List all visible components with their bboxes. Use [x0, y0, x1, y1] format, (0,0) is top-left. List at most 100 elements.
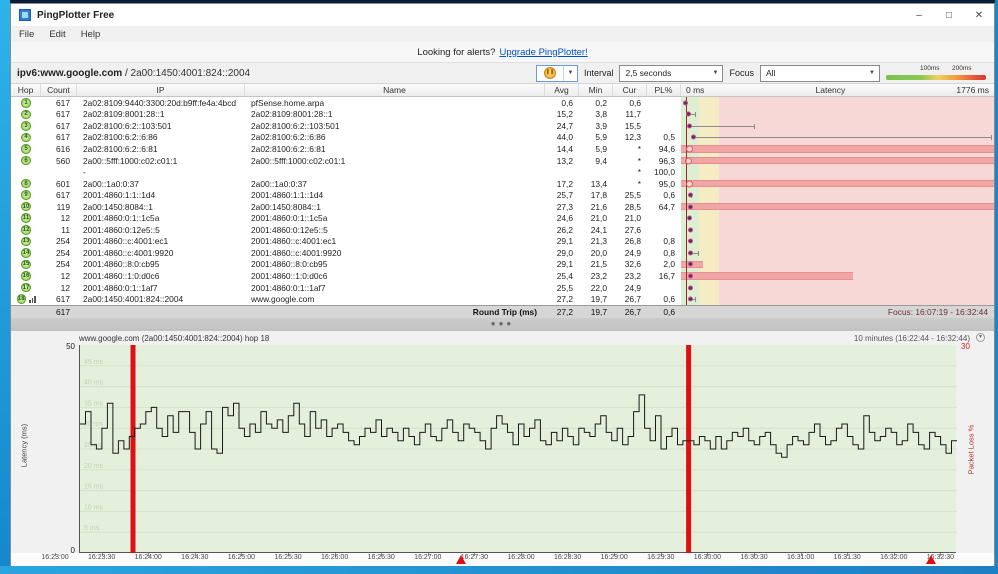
table-row[interactable]: 11 12 2001:4860:0:1::1c5a 2001:4860:0:1::1c…: [11, 212, 994, 225]
count-cell: [41, 166, 77, 178]
close-button[interactable]: ✕: [964, 4, 994, 26]
pause-button[interactable]: [537, 66, 563, 81]
upgrade-link[interactable]: Upgrade PingPlotter!: [499, 47, 587, 58]
hop-number-badge: 10: [21, 201, 31, 212]
hop-number-badge: 18: [16, 294, 26, 304]
header-cur[interactable]: Cur: [613, 84, 647, 96]
hop-number-badge: 5: [21, 144, 31, 154]
target-bar: ipv6:www.google.com / 2a00:1450:4001:824…: [11, 62, 994, 83]
header-latency[interactable]: 0 ms Latency 1776 ms: [681, 84, 994, 96]
latency-avg-marker: [685, 157, 693, 164]
pl-cell: [647, 97, 681, 109]
pl-cell: 100,0: [654, 167, 675, 178]
menu-edit[interactable]: Edit: [49, 29, 65, 40]
table-row[interactable]: 5 616 2a02:8100:6:2::6:81 2a02:8100:6:2::6:…: [11, 143, 994, 155]
focus-select[interactable]: All ▼: [760, 64, 880, 82]
table-row[interactable]: 8 601 2a00::1a0:0:37 2a00::1a0:0:37 17,2 13,4…: [11, 177, 994, 190]
avg-cell: 27,2: [556, 294, 573, 305]
timeline-range-dropdown-icon[interactable]: ▼: [976, 332, 985, 342]
cur-cell: 24,9: [624, 282, 641, 293]
cur-cell: 21,0: [624, 213, 641, 224]
table-row[interactable]: 1 617 2a02:8109:9440:3300:20d:b9ff:fe4a:4b…: [11, 97, 994, 109]
trace-control-group: ▼: [535, 64, 578, 82]
pl-cell: 16,7: [658, 270, 675, 281]
timeline-svg: 45 ms 40 ms 35 ms 30 ms 25 ms 20 ms 15 ms 10 ms…: [80, 344, 957, 553]
y-axis-max-label: 50: [66, 341, 75, 351]
menu-file[interactable]: File: [19, 29, 34, 40]
avg-cell: 13,2: [556, 155, 573, 166]
table-row[interactable]: 16 12 2001:4860::1:0:d0c6 2001:4860::1:0:d0…: [11, 270, 994, 282]
x-tick-label: 16:28:00: [507, 553, 535, 561]
hop-number-badge: 15: [21, 259, 31, 270]
cur-cell: 23,2: [624, 270, 641, 281]
hop-number-badge: 8: [21, 178, 31, 189]
header-ip[interactable]: IP: [77, 84, 245, 96]
avg-cell: 44,0: [556, 132, 573, 143]
table-row[interactable]: 12 11 2001:4860:0:12e5::5 2001:4860:0:12e5:…: [11, 224, 994, 236]
cur-cell: 12,3: [624, 132, 641, 143]
table-row[interactable]: 10 119 2a00:1450:8084::1 2a00:1450:8084::1 2…: [11, 200, 994, 213]
table-row[interactable]: 18 617 2a00:1450:4001:824::2004 www.google.…: [11, 293, 994, 305]
pl-cell: 64,7: [658, 201, 675, 212]
table-row[interactable]: 6 560 2a00::5fff:1000:c02:c01:1 2a00::5fff:…: [11, 154, 994, 167]
count-cell: 617: [56, 109, 70, 120]
header-pl[interactable]: PL%: [647, 84, 681, 96]
latency-graph-cell: [681, 189, 994, 201]
hop-cell: 13: [11, 236, 41, 248]
table-row[interactable]: 2 617 2a02:8109:8001:28::1 2a02:8109:8001:2…: [11, 108, 994, 121]
count-cell: 560: [56, 155, 70, 166]
cur-cell: *: [637, 167, 641, 178]
hop-cell: 12: [11, 224, 41, 236]
table-row[interactable]: 17 12 2001:4860:0:1::1af7 2001:4860:0:1::1a…: [11, 281, 994, 294]
alert-triangle-icon[interactable]: [926, 554, 937, 564]
timeline-range-label[interactable]: 10 minutes (16:22:44 - 16:32:44): [854, 334, 970, 343]
min-cell: [579, 166, 613, 178]
header-avg[interactable]: Avg: [545, 84, 579, 96]
maximize-button[interactable]: □: [934, 4, 964, 26]
count-cell: 617: [56, 97, 70, 108]
menu-help[interactable]: Help: [81, 29, 101, 40]
desktop-edge-bottom: [0, 566, 998, 574]
header-hop[interactable]: Hop: [11, 84, 41, 96]
table-row[interactable]: 13 254 2001:4860::c:4001:ec1 2001:4860::c:4…: [11, 235, 994, 248]
table-row[interactable]: 15 254 2001:4860::8:0:cb95 2001:4860::8:0:c…: [11, 258, 994, 271]
interval-select[interactable]: 2,5 seconds ▼: [619, 64, 724, 82]
count-cell: 12: [60, 270, 70, 281]
table-row[interactable]: 14 254 2001:4860::c:4001:9920 2001:4860::c:…: [11, 247, 994, 259]
cur-cell: *: [637, 178, 641, 189]
header-count[interactable]: Count: [41, 84, 77, 96]
avg-cell: 29,0: [556, 247, 573, 258]
name-cell: pfSense.home.arpa: [251, 97, 325, 108]
table-row[interactable]: 9 617 2001:4860:1:1::1d4 2001:4860:1:1::1d4…: [11, 189, 994, 201]
latency-graph-cell: [681, 200, 994, 213]
header-min[interactable]: Min: [579, 84, 613, 96]
alert-triangle-icon[interactable]: [456, 554, 467, 564]
hop-cell: 5: [11, 143, 41, 155]
hop-cell: 8: [11, 178, 41, 190]
pl-cell: 0,8: [663, 236, 675, 247]
count-cell: 11: [61, 224, 70, 235]
avg-cell: 25,5: [556, 282, 573, 293]
pl-cell: 0,8: [663, 247, 675, 258]
count-cell: 617: [56, 132, 70, 143]
avg-cell: 15,2: [556, 109, 573, 120]
latency-timeline-chart[interactable]: 45 ms 40 ms 35 ms 30 ms 25 ms 20 ms 15 ms 10 ms…: [79, 344, 957, 553]
panel-splitter[interactable]: ●●●: [11, 317, 994, 331]
table-row[interactable]: 3 617 2a02:8100:6:2::103:501 2a02:8100:6:2:…: [11, 120, 994, 132]
pl-cell: 96,3: [658, 155, 675, 166]
app-icon: [19, 9, 31, 21]
pause-dropdown-button[interactable]: ▼: [562, 65, 577, 81]
pl-cell: [647, 109, 681, 121]
min-cell: 22,0: [590, 282, 607, 293]
table-row[interactable]: 4 617 2a02:8100:6:2::6:86 2a02:8100:6:2::6:…: [11, 131, 994, 144]
table-row[interactable]: - * 100,0: [11, 166, 994, 178]
minimize-button[interactable]: –: [904, 4, 934, 26]
latency-graph-cell: [681, 281, 994, 294]
latency-graph-cell: [681, 177, 994, 190]
hop-cell: 15: [11, 259, 41, 271]
x-tick-label: 16:30:00: [693, 553, 722, 561]
header-name[interactable]: Name: [245, 84, 545, 96]
alert-bar: Looking for alerts? Upgrade PingPlotter!: [11, 42, 994, 62]
cur-cell: *: [637, 143, 641, 154]
pl-cell: 0,5: [663, 132, 675, 143]
